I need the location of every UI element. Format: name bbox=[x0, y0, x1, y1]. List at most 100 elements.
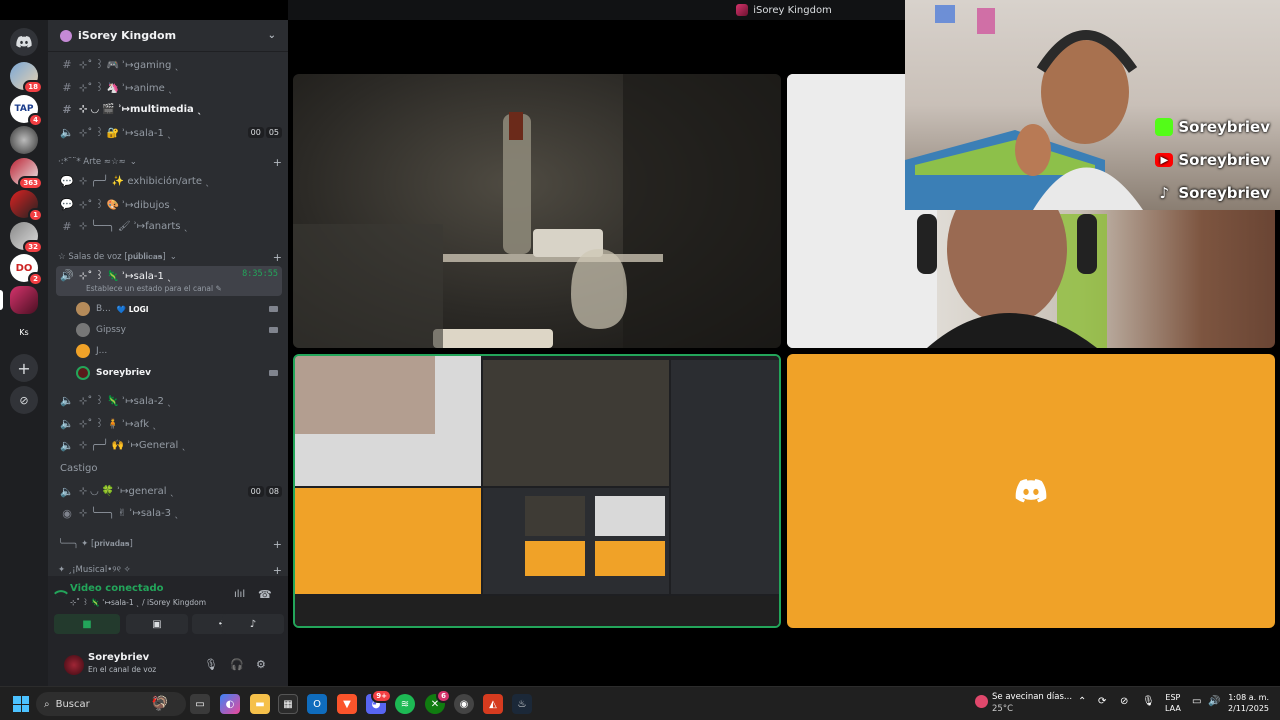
file-explorer-icon[interactable]: ▬ bbox=[250, 694, 270, 714]
screenshare-frame bbox=[295, 356, 779, 626]
turkey-widget-icon[interactable]: 🦃 bbox=[150, 694, 170, 714]
server-icon-1[interactable]: 18 bbox=[10, 62, 43, 94]
server-icon-3[interactable] bbox=[10, 126, 38, 154]
gear-icon[interactable]: ⚙ bbox=[256, 658, 266, 671]
server-icon-6[interactable]: 32 bbox=[10, 222, 43, 254]
discord-taskbar-icon[interactable]: ◕ 9+ bbox=[366, 689, 392, 714]
voice-user[interactable]: Gipssy bbox=[76, 321, 282, 339]
category-arte[interactable]: ·:*¨¨* Arte ≈☆≈ ⌄ + bbox=[58, 155, 282, 169]
network-off-icon[interactable]: ⊘ bbox=[1120, 696, 1128, 707]
microphone-icon[interactable]: 🎙 bbox=[204, 658, 218, 671]
add-channel-icon[interactable]: + bbox=[273, 538, 282, 551]
channel-anime[interactable]: # ⊹˚ ꒱ 🦄 ʾ↦anime ˎ bbox=[56, 77, 282, 97]
discord-home-icon[interactable] bbox=[10, 28, 38, 56]
weather-widget[interactable]: Se avecinan días... 25°C bbox=[975, 692, 1072, 716]
channel-exhibicion-arte[interactable]: 💬 ⊹ ╭─╯ ✨ exhibición/arte ˎ bbox=[56, 171, 282, 191]
video-frame-bottle bbox=[293, 74, 781, 348]
category-salas-de-voz[interactable]: ☆ Salas de voz [𝐩𝐮́𝐛𝐥𝐢𝐜𝐚𝐬] ⌄ + bbox=[58, 250, 282, 264]
add-channel-icon[interactable]: + bbox=[273, 156, 282, 169]
app-red-icon[interactable]: ◭ bbox=[483, 694, 503, 714]
explore-compass-icon[interactable]: ⊘ bbox=[10, 386, 38, 414]
video-tile-bottle[interactable] bbox=[293, 74, 781, 348]
spotify-icon[interactable]: ≋ bbox=[395, 694, 415, 714]
speaker-icon: 🔊 bbox=[60, 269, 74, 282]
server-icon-tap[interactable]: TAP 4 bbox=[10, 95, 43, 127]
channel-status-prompt[interactable]: Establece un estado para el canal ✎ bbox=[86, 284, 222, 293]
volume-icon[interactable]: 🔊 bbox=[1208, 696, 1220, 707]
copilot-icon[interactable]: ◐ bbox=[220, 694, 240, 714]
category-privadas[interactable]: ╰──╮ ✦ [𝐩𝐫𝐢𝐯𝐚𝐝𝐚𝐬] + bbox=[58, 537, 282, 551]
voice-user[interactable]: B... 💙 LOGI bbox=[76, 300, 282, 318]
soundboard-button[interactable]: ♪ bbox=[222, 614, 284, 634]
server-icon-5[interactable]: 1 bbox=[10, 190, 43, 222]
search-icon: ⌕ bbox=[44, 698, 50, 710]
camera-toggle-button[interactable]: ■ bbox=[54, 614, 120, 634]
disconnect-icon[interactable]: ☎ bbox=[258, 588, 272, 601]
speaker-icon: 🔈 bbox=[60, 393, 74, 407]
voice-channel-castigo[interactable]: Castigo bbox=[56, 458, 282, 478]
headphones-icon[interactable]: 🎧 bbox=[230, 658, 244, 671]
folder-label[interactable]: Ks bbox=[10, 318, 38, 346]
voice-channel-general-2[interactable]: 🔈 ⊹ ◟◞ 🍀 ʾ↦general ˎ 00 08 bbox=[56, 481, 282, 501]
webcam-overlay: Soreybriev ▶ Soreybriev ♪ Soreybriev bbox=[905, 0, 1280, 210]
chevron-down-icon: ⌄ bbox=[169, 252, 177, 262]
clock[interactable]: 1:08 a. m. 2/11/2025 bbox=[1228, 692, 1269, 714]
sync-icon[interactable]: ⟳ bbox=[1098, 696, 1106, 707]
avatar[interactable] bbox=[64, 655, 84, 675]
voice-user[interactable]: J... bbox=[76, 342, 282, 360]
voice-connection-panel: Video conectado ⊹˚ ꒱ 🦎 ʾ↦sala-1 ˎ / iSor… bbox=[48, 576, 288, 686]
brave-icon[interactable]: ▼ bbox=[337, 694, 357, 714]
stage-icon: ◉ bbox=[62, 506, 72, 520]
server-header[interactable]: iSorey Kingdom ⌄ bbox=[48, 20, 288, 52]
server-icon-isorey[interactable] bbox=[10, 286, 38, 314]
voice-channel-path[interactable]: ⊹˚ ꒱ 🦎 ʾ↦sala-1 ˎ / iSorey Kingdom bbox=[70, 597, 206, 607]
unread-badge: 32 bbox=[23, 240, 43, 254]
notification-badge: 6 bbox=[436, 689, 451, 703]
selected-server-indicator bbox=[0, 290, 3, 310]
add-server-icon[interactable]: + bbox=[10, 354, 38, 382]
outlook-icon[interactable]: O bbox=[307, 694, 327, 714]
video-tile-avatar[interactable] bbox=[787, 354, 1275, 628]
camera-icon bbox=[269, 306, 278, 312]
voice-channel-general[interactable]: 🔈 ⊹ ╭─╯ 🙌 ʾ↦General ˎ bbox=[56, 435, 282, 455]
chevron-down-icon: ⌄ bbox=[267, 30, 276, 41]
stage-channel-sala-3[interactable]: ◉ ⊹ ╰──╮ ✌ ʾ↦sala-3 ˎ bbox=[56, 503, 282, 523]
noise-suppression-icon[interactable]: ılıl bbox=[234, 589, 245, 600]
add-channel-icon[interactable]: + bbox=[273, 564, 282, 577]
channel-gaming[interactable]: # ⊹˚ ꒱ 🎮 ʾ↦gaming ˎ bbox=[56, 54, 282, 74]
microphone-tray-icon[interactable]: 🎙 bbox=[1142, 696, 1155, 707]
chevron-up-icon[interactable]: ⌃ bbox=[1078, 696, 1086, 707]
screen-share-button[interactable]: ▣ bbox=[126, 614, 188, 634]
channel-multimedia[interactable]: # ⊹ ◟◞ 🎬 ʾ↦multimedia ˎ bbox=[56, 99, 282, 119]
channel-sala-1-locked[interactable]: 🔈 ⊹˚ ꒱ 🔐 ʾ↦sala-1 ˎ 00 05 bbox=[56, 122, 282, 142]
channel-fanarts[interactable]: # ⊹ ╰──╮ 🖌 ʾ↦fanarts ˎ bbox=[56, 216, 282, 236]
voice-channel-sala-2[interactable]: 🔈 ⊹˚ ꒱ 🦎 ʾ↦sala-2 ˎ bbox=[56, 390, 282, 410]
signal-icon[interactable] bbox=[53, 585, 69, 601]
steam-icon[interactable]: ♨ bbox=[512, 694, 532, 714]
voice-channel-sala-1-active[interactable]: 🔊 ⊹˚ ꒱ 🦎 ʾ↦sala-1 ˎ 8:35:55 Establece un … bbox=[56, 266, 282, 296]
store-icon[interactable]: ▦ bbox=[278, 694, 298, 714]
obs-icon[interactable]: ◉ bbox=[454, 694, 474, 714]
video-tile-screenshare[interactable] bbox=[293, 354, 781, 628]
voice-status[interactable]: Video conectado bbox=[70, 583, 163, 594]
xbox-icon[interactable]: ✕ 6 bbox=[425, 689, 451, 714]
server-icon-7[interactable]: DO 2 bbox=[10, 254, 43, 286]
speaker-icon: 🔈 bbox=[60, 438, 74, 452]
windows-start-icon[interactable] bbox=[13, 696, 29, 712]
user-name[interactable]: Soreybriev bbox=[88, 652, 149, 663]
category-musical[interactable]: ✦ ¸¡Musical•୨୧ ✧ + bbox=[58, 563, 282, 577]
speaker-icon: 🔈 bbox=[60, 416, 74, 430]
voice-channel-afk[interactable]: 🔈 ⊹˚ ꒱ 🧍 ʾ↦afk ˎ bbox=[56, 413, 282, 433]
add-channel-icon[interactable]: + bbox=[273, 251, 282, 264]
language-indicator[interactable]: ESP LAA bbox=[1165, 692, 1181, 714]
server-icon-4[interactable]: 363 bbox=[10, 158, 43, 190]
forum-icon: 💬 bbox=[60, 197, 74, 211]
channel-dibujos[interactable]: 💬 ⊹˚ ꒱ 🎨 ʾ↦dibujos ˎ bbox=[56, 194, 282, 214]
voice-user-self[interactable]: Soreybriev bbox=[76, 364, 282, 382]
display-icon[interactable]: ▭ bbox=[1192, 696, 1201, 707]
social-handle-tiktok: ♪ Soreybriev bbox=[1155, 182, 1270, 204]
task-view-icon[interactable]: ▭ bbox=[190, 694, 210, 714]
server-rail: 18 TAP 4 363 1 32 DO 2 Ks + ⊘ bbox=[0, 20, 48, 686]
avatar bbox=[76, 323, 90, 337]
hash-icon: # bbox=[62, 102, 72, 116]
